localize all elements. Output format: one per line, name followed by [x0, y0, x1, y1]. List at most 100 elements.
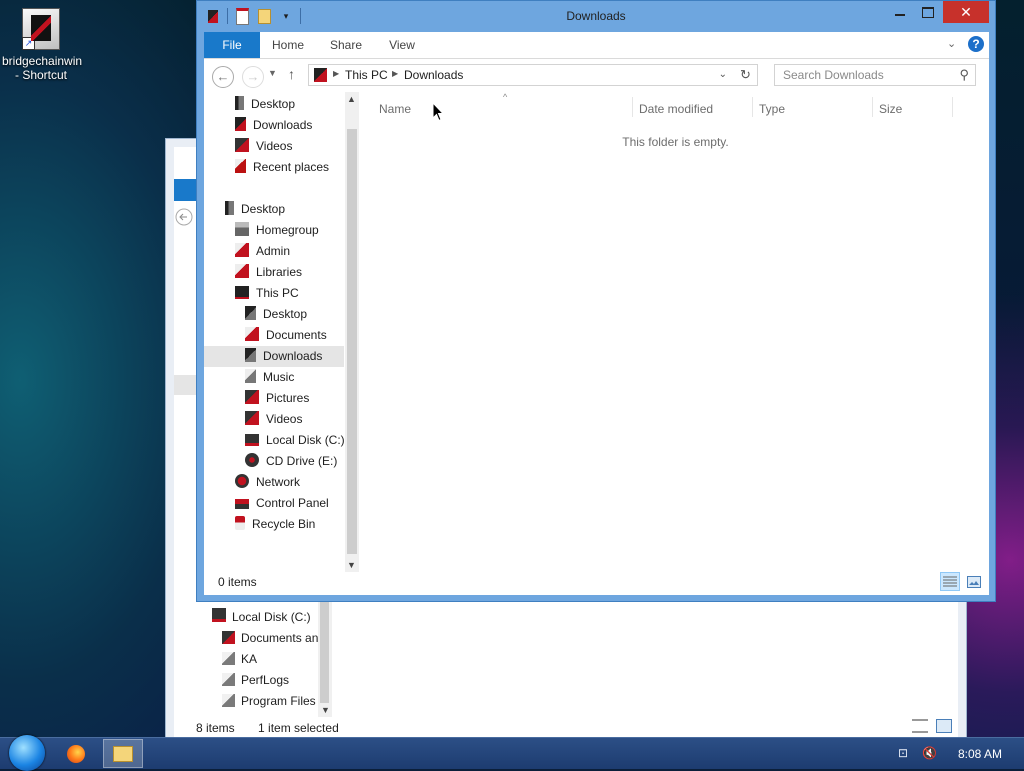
nav-item-label: Downloads	[253, 118, 313, 132]
nav-item-local-disk-c[interactable]: Local Disk (C:)	[245, 430, 345, 451]
minimize-button[interactable]	[887, 1, 913, 23]
folder-icon	[222, 631, 235, 644]
background-tree-item[interactable]: PerfLogs	[222, 670, 289, 691]
tree-item-label: KA	[241, 652, 258, 666]
nav-item-label: Desktop	[263, 307, 308, 321]
title-bar[interactable]: ▾ Downloads ✕	[197, 1, 995, 31]
item-count: 0 items	[218, 575, 257, 589]
background-tree-item[interactable]: KA	[222, 649, 257, 670]
details-view-icon	[943, 576, 957, 586]
forward-arrow-icon: →	[246, 69, 260, 84]
expand-ribbon-chevron-icon[interactable]: ⌄	[947, 37, 956, 50]
nav-item-pc-desktop[interactable]: Desktop	[245, 304, 307, 325]
up-one-level-button[interactable]: ↑	[288, 66, 295, 82]
tab-share[interactable]: Share	[324, 32, 368, 58]
column-separator[interactable]	[872, 97, 873, 117]
background-back-button[interactable]	[174, 207, 198, 231]
start-orb-icon[interactable]	[9, 735, 45, 771]
file-explorer-icon	[113, 745, 133, 762]
nav-item-network[interactable]: Network	[235, 472, 300, 493]
background-tree-item[interactable]: Documents an	[222, 628, 318, 649]
nav-item-videos-favorite[interactable]: Videos	[235, 136, 292, 157]
nav-item-label: Homegroup	[256, 223, 319, 237]
nav-item-homegroup[interactable]: Homegroup	[235, 220, 319, 241]
recent-locations-dropdown-icon[interactable]: ▼	[268, 68, 277, 78]
nav-item-admin[interactable]: Admin	[235, 241, 290, 262]
column-header-size[interactable]: Size	[879, 99, 949, 119]
address-history-dropdown-icon[interactable]: ⌄	[719, 69, 727, 80]
window-title: Downloads	[566, 9, 626, 23]
tree-item-label: PerfLogs	[241, 673, 290, 687]
desktop-shortcut-bridgechainwin[interactable]: ↗ bridgechainwin - Shortcut	[2, 8, 82, 82]
explorer-window-downloads[interactable]: ▾ Downloads ✕ File Home Share View ⌄ ? ←…	[196, 0, 996, 602]
large-icons-view-icon	[967, 575, 981, 588]
taskbar-firefox-button[interactable]	[56, 739, 96, 768]
nav-item-videos[interactable]: Videos	[245, 409, 302, 430]
maximize-button[interactable]	[915, 1, 941, 23]
background-selected-row	[174, 375, 196, 395]
forward-button[interactable]: →	[242, 66, 264, 88]
column-header-date-modified[interactable]: Date modified	[639, 99, 749, 119]
refresh-button[interactable]: ↻	[734, 64, 758, 86]
file-list-pane[interactable]: ^ Name Date modified Type Size This fold…	[362, 92, 989, 572]
shortcut-app-icon: ↗	[22, 8, 60, 50]
close-button[interactable]: ✕	[943, 1, 989, 23]
firefox-icon	[67, 744, 85, 763]
column-separator[interactable]	[752, 97, 753, 117]
scroll-down-arrow-icon[interactable]: ▼	[321, 705, 330, 715]
tree-item-label: Documents an	[241, 631, 319, 645]
recent-places-icon	[235, 159, 246, 173]
scroll-up-arrow-icon[interactable]: ▲	[347, 94, 356, 104]
nav-item-control-panel[interactable]: Control Panel	[235, 493, 329, 514]
taskbar: ⊡ 🔇 8:08 AM	[0, 735, 1024, 771]
nav-item-downloads-favorite[interactable]: Downloads	[235, 115, 312, 136]
help-icon[interactable]: ?	[968, 36, 984, 52]
breadcrumb-this-pc[interactable]: This PC	[345, 68, 388, 82]
taskbar-file-explorer-button[interactable]	[103, 739, 143, 768]
folder-icon	[222, 673, 235, 686]
nav-item-desktop-favorite[interactable]: Desktop	[235, 94, 295, 115]
nav-item-cd-drive-e[interactable]: CD Drive (E:)	[245, 451, 337, 472]
search-icon[interactable]: ⚲	[959, 67, 969, 83]
nav-item-libraries[interactable]: Libraries	[235, 262, 302, 283]
scrollbar-thumb[interactable]	[347, 129, 357, 554]
recycle-bin-icon	[235, 516, 245, 530]
nav-item-downloads-selected[interactable]: Downloads	[204, 346, 344, 367]
background-tree-item[interactable]: Local Disk (C:)	[212, 607, 311, 628]
volume-muted-icon[interactable]: 🔇	[922, 746, 937, 760]
videos-icon	[245, 411, 259, 425]
breadcrumb-chevron-icon[interactable]: ▶	[392, 69, 398, 78]
scroll-down-arrow-icon[interactable]: ▼	[347, 560, 356, 570]
address-bar[interactable]: ▶ This PC ▶ Downloads ⌄	[308, 64, 758, 86]
column-separator[interactable]	[952, 97, 953, 117]
large-icons-view-button[interactable]	[964, 572, 984, 591]
navigation-pane-scrollbar[interactable]: ▲ ▼	[345, 92, 359, 572]
nav-item-label: This PC	[256, 286, 299, 300]
details-view-button[interactable]	[940, 572, 960, 591]
tab-home[interactable]: Home	[266, 32, 310, 58]
network-icon[interactable]: ⊡	[898, 746, 908, 760]
nav-item-documents[interactable]: Documents	[245, 325, 327, 346]
search-input[interactable]: Search Downloads ⚲	[774, 64, 976, 86]
refresh-icon: ↻	[740, 67, 751, 82]
background-tree-item[interactable]: Program Files	[222, 691, 316, 712]
nav-item-recycle-bin[interactable]: Recycle Bin	[235, 514, 315, 535]
nav-item-desktop-root[interactable]: Desktop	[225, 199, 285, 220]
downloads-icon	[235, 117, 246, 131]
nav-item-music[interactable]: Music	[245, 367, 294, 388]
selection-count: 1 item selected	[258, 721, 339, 735]
breadcrumb-downloads[interactable]: Downloads	[404, 68, 463, 82]
large-icons-view-icon[interactable]	[936, 719, 952, 733]
tab-view[interactable]: View	[382, 32, 422, 58]
taskbar-clock[interactable]: 8:08 AM	[958, 747, 1002, 761]
details-view-icon[interactable]	[912, 719, 928, 733]
nav-item-pictures[interactable]: Pictures	[245, 388, 309, 409]
column-separator[interactable]	[632, 97, 633, 117]
tab-file[interactable]: File	[204, 32, 260, 58]
column-header-type[interactable]: Type	[759, 99, 869, 119]
nav-item-recent-places[interactable]: Recent places	[235, 157, 329, 178]
nav-item-this-pc[interactable]: This PC	[235, 283, 299, 304]
column-header-name[interactable]: Name	[379, 99, 629, 119]
breadcrumb-chevron-icon[interactable]: ▶	[333, 69, 339, 78]
back-button[interactable]: ←	[212, 66, 234, 88]
